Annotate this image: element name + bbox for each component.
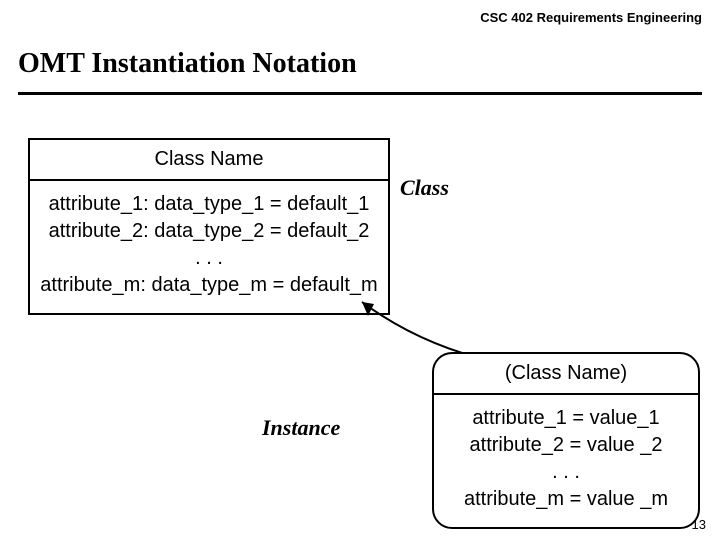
class-diagram-box: Class Name attribute_1: data_type_1 = de… <box>28 138 390 315</box>
class-name-header: Class Name <box>30 140 388 181</box>
instance-attr-line: attribute_m = value _m <box>440 486 692 513</box>
page-number: 13 <box>692 517 706 532</box>
instance-label: Instance <box>262 415 340 441</box>
instance-attr-ellipsis: . . . <box>440 459 692 486</box>
course-header: CSC 402 Requirements Engineering <box>0 10 702 25</box>
class-label: Class <box>400 175 449 201</box>
instance-diagram-box: (Class Name) attribute_1 = value_1 attri… <box>432 352 700 529</box>
instance-name-header: (Class Name) <box>434 354 698 395</box>
class-attr-line: attribute_2: data_type_2 = default_2 <box>36 218 382 245</box>
class-attr-ellipsis: . . . <box>36 245 382 272</box>
slide-title: OMT Instantiation Notation <box>18 48 357 80</box>
class-attr-line: attribute_1: data_type_1 = default_1 <box>36 191 382 218</box>
class-attributes: attribute_1: data_type_1 = default_1 att… <box>30 181 388 313</box>
class-attr-line: attribute_m: data_type_m = default_m <box>36 272 382 299</box>
instance-attr-line: attribute_1 = value_1 <box>440 405 692 432</box>
title-underline <box>18 92 702 95</box>
instance-attributes: attribute_1 = value_1 attribute_2 = valu… <box>434 395 698 527</box>
slide: CSC 402 Requirements Engineering OMT Ins… <box>0 0 720 540</box>
instance-attr-line: attribute_2 = value _2 <box>440 432 692 459</box>
